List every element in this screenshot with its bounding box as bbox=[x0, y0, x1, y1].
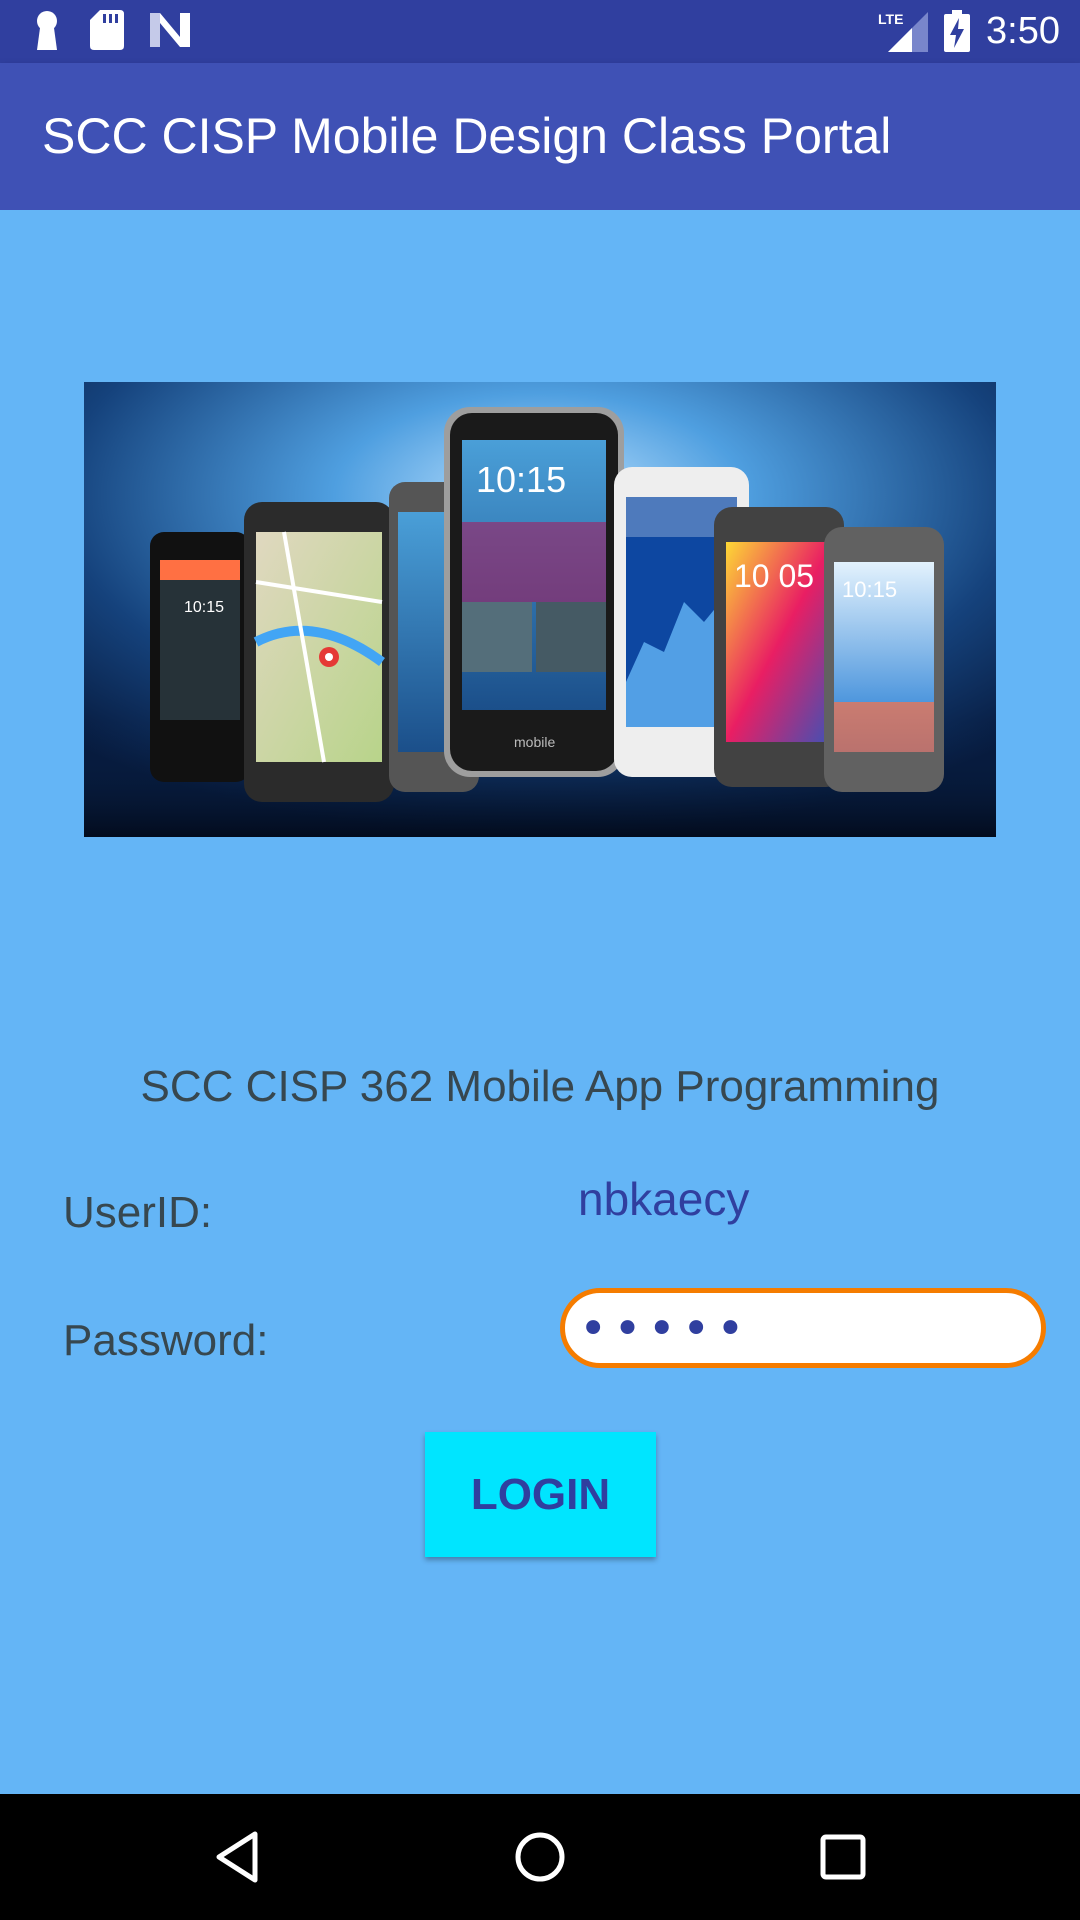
status-right-icons: LTE 3:50 bbox=[878, 6, 1060, 56]
battery-charging-icon bbox=[944, 10, 971, 52]
svg-text:LTE: LTE bbox=[878, 11, 903, 27]
app-title: SCC CISP Mobile Design Class Portal bbox=[42, 108, 892, 164]
status-left-icons bbox=[30, 10, 190, 50]
password-value: ••••• bbox=[579, 1301, 751, 1357]
keyhole-icon bbox=[37, 11, 57, 50]
lte-signal-icon: LTE bbox=[878, 11, 929, 52]
svg-text:10:15: 10:15 bbox=[842, 577, 897, 602]
login-button[interactable]: LOGIN bbox=[425, 1432, 656, 1557]
n-logo-icon bbox=[150, 13, 190, 47]
home-icon[interactable] bbox=[507, 1824, 573, 1890]
status-time: 3:50 bbox=[986, 10, 1060, 52]
status-bar: LTE 3:50 bbox=[0, 0, 1080, 63]
svg-text:10:15: 10:15 bbox=[184, 599, 224, 616]
password-field[interactable]: ••••• bbox=[560, 1288, 1046, 1368]
navigation-bar bbox=[0, 1794, 1080, 1920]
course-title: SCC CISP 362 Mobile App Programming bbox=[140, 1062, 940, 1111]
userid-label: UserID: bbox=[63, 1188, 213, 1237]
password-label: Password: bbox=[63, 1316, 269, 1365]
app-bar: SCC CISP Mobile Design Class Portal bbox=[0, 63, 1080, 210]
sd-card-icon bbox=[90, 10, 124, 50]
smartphones-image: 10:15 10:15 mobile 10 05 10:15 bbox=[84, 382, 996, 837]
back-icon[interactable] bbox=[205, 1824, 271, 1890]
svg-text:10:15: 10:15 bbox=[476, 459, 566, 500]
userid-value[interactable]: nbkaecy bbox=[578, 1172, 749, 1226]
recents-icon[interactable] bbox=[810, 1824, 876, 1890]
svg-text:10 05: 10 05 bbox=[734, 558, 814, 594]
svg-text:mobile: mobile bbox=[514, 734, 555, 750]
